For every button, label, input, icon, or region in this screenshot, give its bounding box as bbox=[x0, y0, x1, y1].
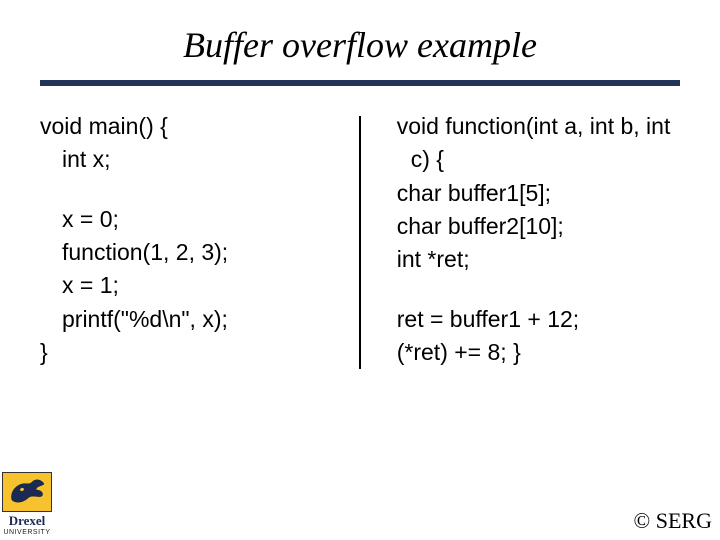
logo-name: Drexel bbox=[2, 513, 52, 529]
code-block-3: void function(int a, int b, int c) { cha… bbox=[375, 110, 680, 277]
logo-subtitle: UNIVERSITY bbox=[2, 529, 52, 536]
code-line: void main() { bbox=[40, 110, 345, 143]
left-code-column: void main() { int x; x = 0; function(1, … bbox=[40, 110, 359, 369]
code-line: void function(int a, int b, int c) { bbox=[375, 110, 680, 177]
copyright-label: © SERG bbox=[634, 508, 712, 534]
code-block-1: void main() { int x; bbox=[40, 110, 345, 177]
code-line: printf("%d\n", x); bbox=[40, 303, 345, 336]
right-code-column: void function(int a, int b, int c) { cha… bbox=[361, 110, 680, 369]
code-line: char buffer2[10]; bbox=[375, 210, 680, 243]
code-line: } bbox=[40, 336, 345, 369]
two-column-layout: void main() { int x; x = 0; function(1, … bbox=[0, 110, 720, 369]
code-line: (*ret) += 8; } bbox=[375, 336, 680, 369]
title-underline bbox=[40, 80, 680, 86]
code-line: x = 0; bbox=[40, 203, 345, 236]
code-line: int *ret; bbox=[375, 243, 680, 276]
code-block-4: ret = buffer1 + 12; (*ret) += 8; } bbox=[375, 303, 680, 370]
dragon-icon bbox=[2, 472, 52, 512]
slide-title: Buffer overflow example bbox=[0, 0, 720, 80]
code-line: function(1, 2, 3); bbox=[40, 236, 345, 269]
drexel-logo: Drexel UNIVERSITY bbox=[2, 472, 52, 536]
code-line: int x; bbox=[40, 143, 345, 176]
code-line: ret = buffer1 + 12; bbox=[375, 303, 680, 336]
code-block-2: x = 0; function(1, 2, 3); x = 1; printf(… bbox=[40, 203, 345, 370]
code-line: x = 1; bbox=[40, 269, 345, 302]
code-line: char buffer1[5]; bbox=[375, 177, 680, 210]
